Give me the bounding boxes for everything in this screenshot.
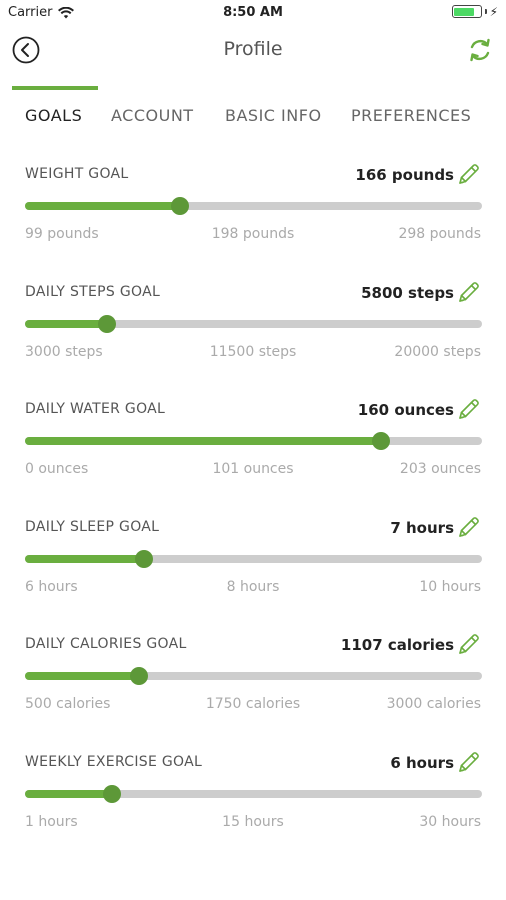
slider-mid-label: 1750 calories [205, 696, 301, 712]
slider-thumb[interactable] [130, 667, 149, 685]
goal-value-edit[interactable]: 160 ounces [358, 397, 481, 423]
slider-max-label: 30 hours [419, 813, 481, 830]
goal-slider[interactable] [25, 784, 482, 804]
pencil-icon[interactable] [455, 280, 481, 306]
status-time: 8:50 AM [223, 5, 283, 20]
goal-item: WEIGHT GOAL 166 pounds 99 pounds 198 pou… [0, 164, 506, 276]
slider-fill [25, 437, 382, 445]
slider-min-label: 99 pounds [25, 226, 99, 242]
slider-fill [25, 789, 112, 798]
goal-value: 1107 calories [340, 636, 454, 654]
goal-slider[interactable] [25, 666, 482, 686]
goal-label: DAILY STEPS GOAL [25, 283, 161, 300]
slider-min-label: 3000 steps [25, 343, 103, 360]
active-tab-indicator [12, 86, 98, 90]
goal-item: DAILY CALORIES GOAL 1107 calories 500 ca… [0, 634, 506, 746]
goal-label: WEIGHT GOAL [25, 166, 129, 182]
slider-max-label: 3000 calories [386, 696, 481, 712]
goal-value: 7 hours [390, 518, 454, 537]
slider-mid-label: 101 ounces [212, 461, 294, 477]
goal-item: DAILY STEPS GOAL 5800 steps 3000 steps 1… [0, 281, 506, 394]
slider-mid-label: 198 pounds [211, 226, 295, 242]
charging-bolt-icon: ⚡ [489, 4, 498, 19]
goal-item: DAILY SLEEP GOAL 7 hours 6 hours 8 hours… [0, 516, 506, 629]
slider-max-label: 20000 steps [394, 343, 481, 360]
slider-fill [25, 554, 144, 563]
slider-fill [25, 319, 108, 328]
nav-header: Profile [0, 28, 506, 72]
goal-slider[interactable] [25, 431, 482, 451]
goal-label: DAILY CALORIES GOAL [25, 636, 187, 652]
goal-label: WEEKLY EXERCISE GOAL [25, 753, 203, 770]
goal-value: 160 ounces [357, 401, 454, 419]
goal-value-edit[interactable]: 5800 steps [361, 280, 481, 306]
goal-slider[interactable] [25, 314, 482, 334]
tab-goals[interactable]: GOALS [25, 106, 82, 125]
slider-thumb[interactable] [98, 314, 117, 333]
goal-value: 166 pounds [355, 166, 454, 184]
slider-thumb[interactable] [171, 197, 190, 215]
slider-mid-label: 11500 steps [209, 343, 297, 360]
goal-item: DAILY WATER GOAL 160 ounces 0 ounces 101… [0, 399, 506, 511]
slider-thumb[interactable] [102, 784, 121, 803]
pencil-icon[interactable] [455, 397, 481, 423]
pencil-icon[interactable] [455, 750, 481, 776]
page-title: Profile [223, 38, 283, 60]
tab-basic-info[interactable]: BASIC INFO [225, 106, 322, 125]
tab-account[interactable]: ACCOUNT [111, 106, 194, 125]
goal-value-edit[interactable]: 1107 calories [341, 632, 481, 658]
slider-fill [25, 672, 140, 680]
slider-max-label: 298 pounds [398, 226, 481, 242]
slider-max-label: 10 hours [419, 578, 481, 595]
goal-label: DAILY SLEEP GOAL [25, 518, 160, 535]
status-bar: Carrier 8:50 AM ⚡ [0, 0, 506, 26]
goal-value: 6 hours [390, 753, 454, 772]
battery-icon [451, 5, 482, 18]
slider-max-label: 203 ounces [399, 461, 481, 477]
goal-slider[interactable] [25, 196, 482, 216]
slider-mid-label: 15 hours [222, 813, 284, 830]
battery-indicator: ⚡ [451, 4, 498, 19]
tab-preferences[interactable]: PREFERENCES [351, 106, 471, 125]
goal-value: 5800 steps [361, 283, 454, 302]
goal-item: WEEKLY EXERCISE GOAL 6 hours 1 hours 15 … [0, 751, 506, 864]
slider-mid-label: 8 hours [226, 578, 280, 595]
slider-min-label: 1 hours [25, 813, 78, 830]
slider-min-label: 6 hours [25, 578, 78, 595]
goal-value-edit[interactable]: 7 hours [390, 515, 481, 541]
refresh-icon[interactable] [466, 36, 494, 64]
slider-thumb[interactable] [372, 432, 391, 450]
pencil-icon[interactable] [455, 162, 481, 188]
goal-value-edit[interactable]: 6 hours [390, 750, 481, 776]
pencil-icon[interactable] [455, 632, 481, 658]
battery-level [454, 7, 475, 16]
goal-label: DAILY WATER GOAL [25, 401, 166, 417]
slider-fill [25, 202, 181, 210]
slider-thumb[interactable] [134, 549, 153, 568]
slider-min-label: 500 calories [25, 696, 111, 712]
slider-min-label: 0 ounces [25, 461, 89, 477]
pencil-icon[interactable] [455, 515, 481, 541]
tab-bar: GOALS ACCOUNT BASIC INFO PREFERENCES [0, 86, 506, 130]
goal-value-edit[interactable]: 166 pounds [355, 162, 481, 188]
goal-slider[interactable] [25, 549, 482, 569]
battery-cap [484, 9, 487, 14]
